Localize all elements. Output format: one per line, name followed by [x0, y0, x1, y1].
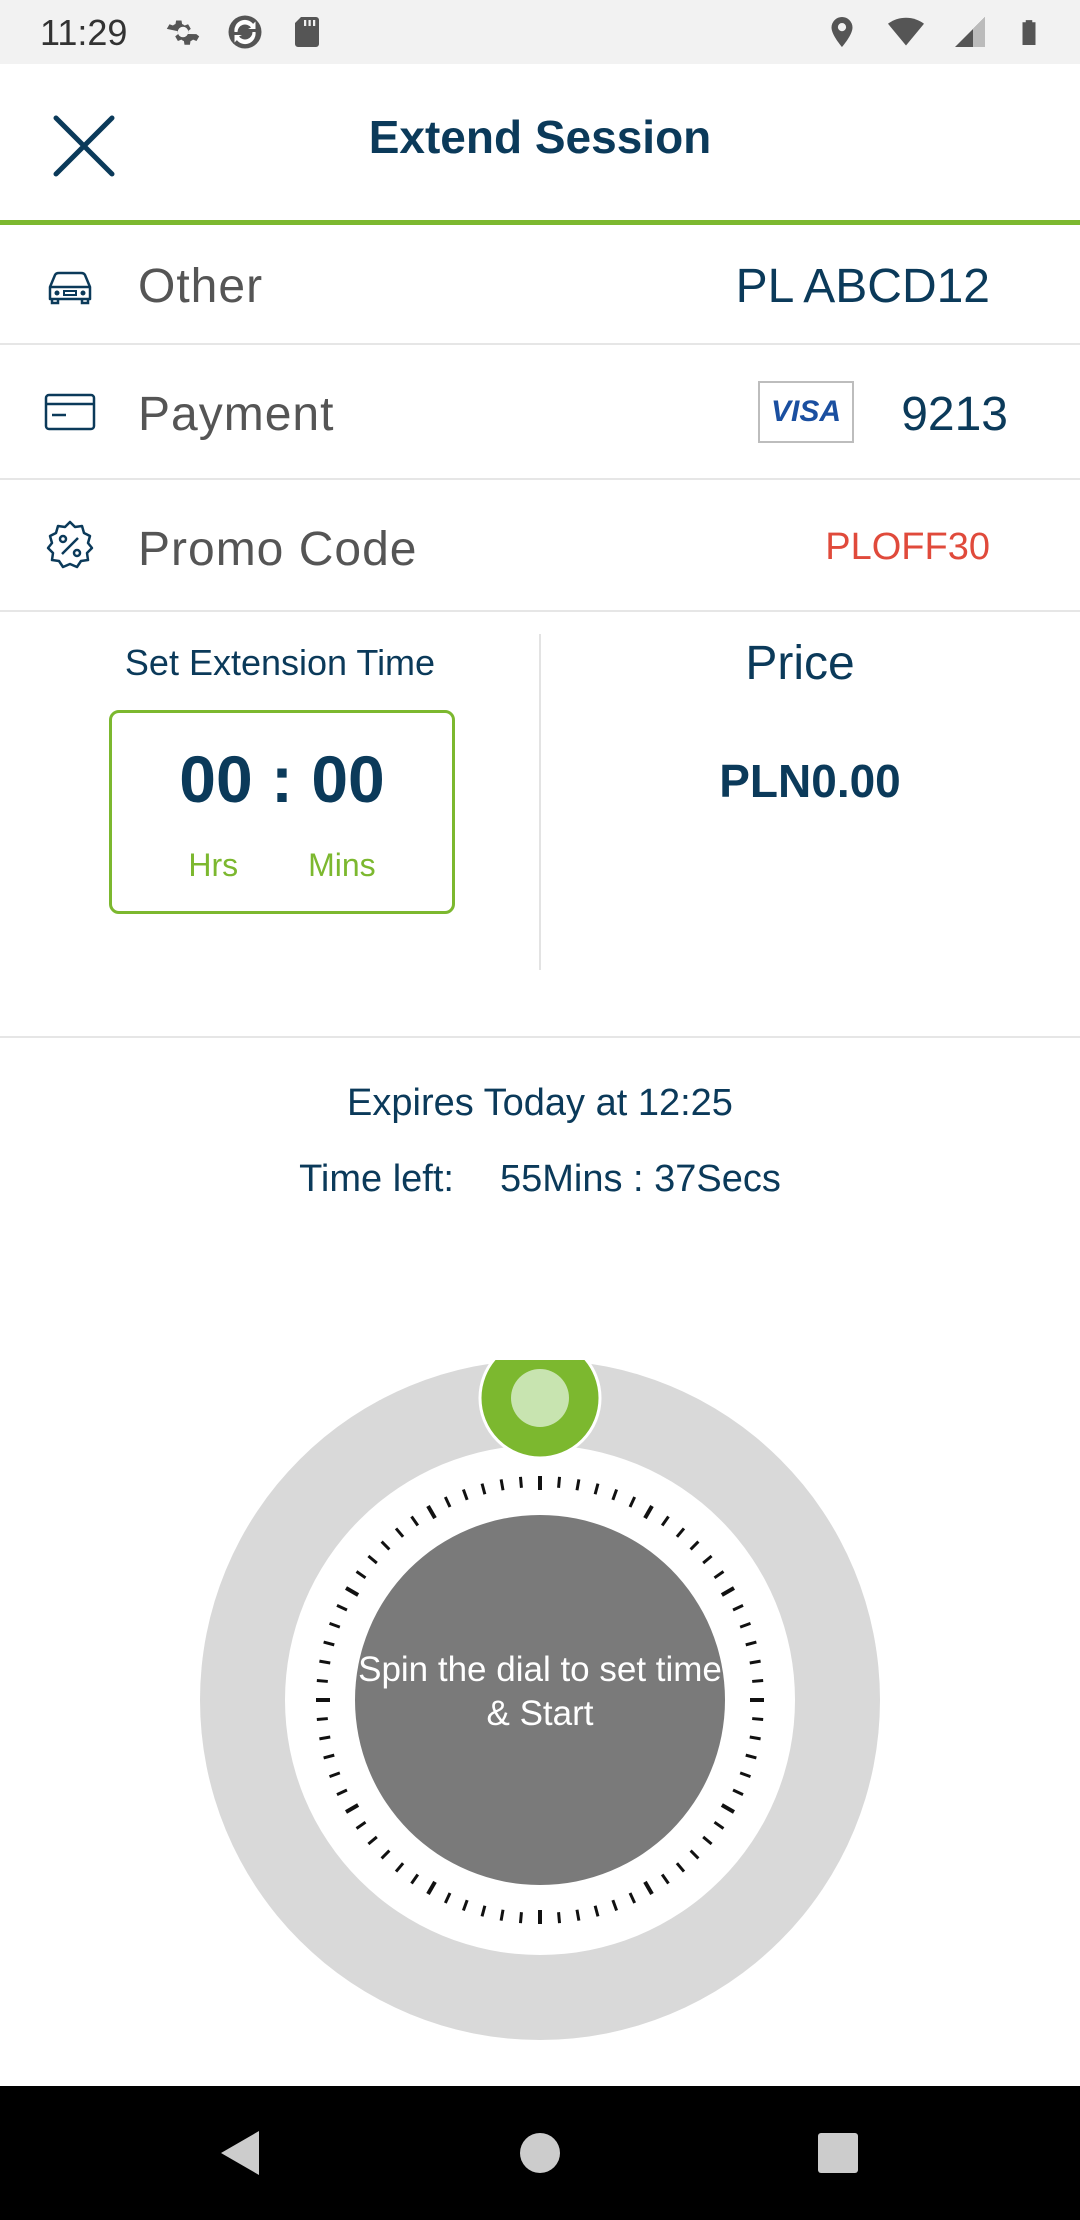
extension-time-box[interactable]: 00 : 00 Hrs Mins: [109, 710, 455, 914]
credit-card-icon: [44, 393, 96, 431]
back-icon: [221, 2131, 259, 2175]
minutes-unit-label: Mins: [308, 847, 376, 883]
dial-tick: [316, 1678, 328, 1683]
sd-card-icon: [295, 17, 319, 47]
dial-tick: [319, 1659, 331, 1665]
dial-tick: [749, 1735, 761, 1741]
page-title: Extend Session: [368, 111, 712, 163]
dial-tick: [499, 1479, 505, 1491]
location-icon: [831, 17, 853, 47]
dial-tick: [499, 1909, 505, 1921]
settings-icon: [166, 20, 200, 45]
time-left-label: Time left:: [299, 1158, 454, 1200]
hours-unit-label: Hrs: [188, 847, 239, 883]
dial-tick: [752, 1717, 764, 1722]
promo-code-value: PLOFF30: [825, 526, 990, 568]
price-label: Price: [745, 637, 855, 690]
vehicle-plate: PL ABCD12: [735, 260, 990, 313]
home-icon: [520, 2133, 560, 2173]
nav-bar: [0, 2086, 1080, 2220]
dial-tick: [575, 1479, 581, 1491]
dial-tick: [319, 1735, 331, 1741]
dial-tick: [575, 1909, 581, 1921]
dial-tick: [518, 1912, 523, 1924]
vertical-divider: [539, 634, 541, 970]
extension-section: Set Extension Time 00 : 00 Hrs Mins Pric…: [0, 612, 1080, 1038]
time-left-value: 55Mins : 37Secs: [499, 1158, 781, 1200]
extension-time-label: Set Extension Time: [124, 642, 436, 683]
vehicle-row[interactable]: Other PL ABCD12: [0, 225, 1080, 345]
card-last4: 9213: [901, 388, 1008, 441]
nav-recents-button[interactable]: [778, 2086, 898, 2220]
payment-label: Payment: [138, 388, 335, 441]
dial-tick: [518, 1476, 523, 1488]
dial-tick: [752, 1678, 764, 1683]
nav-back-button[interactable]: [181, 2086, 301, 2220]
battery-icon: [1022, 20, 1036, 45]
visa-card-logo: VISA: [758, 381, 854, 443]
extension-time-display: 00 : 00: [179, 742, 385, 816]
dial-tick: [749, 1659, 761, 1665]
recents-icon: [818, 2133, 858, 2173]
nav-home-button[interactable]: [480, 2086, 600, 2220]
signal-icon: [955, 17, 985, 47]
promo-badge-icon: [46, 520, 94, 569]
time-left: Time left: 55Mins : 37Secs: [0, 1158, 1080, 1201]
promo-label: Promo Code: [138, 523, 418, 576]
wifi-icon: [888, 17, 924, 46]
dial-tick: [557, 1476, 562, 1488]
payment-row[interactable]: Payment VISA 9213: [0, 345, 1080, 480]
vehicle-label: Other: [138, 260, 264, 313]
promo-row[interactable]: Promo Code PLOFF30: [0, 480, 1080, 612]
status-time: 11:29: [40, 12, 128, 53]
price-value: PLN0.00: [719, 755, 901, 807]
dial-tick: [557, 1912, 562, 1924]
sync-icon: [228, 15, 262, 49]
dial-instruction[interactable]: Spin the dial to set time & Start: [354, 1648, 726, 1736]
header: Extend Session: [0, 64, 1080, 220]
status-bar: 11:29: [0, 0, 1080, 64]
car-icon: [48, 271, 92, 305]
dial-tick: [316, 1717, 328, 1722]
expires-text: Expires Today at 12:25: [347, 1082, 733, 1124]
